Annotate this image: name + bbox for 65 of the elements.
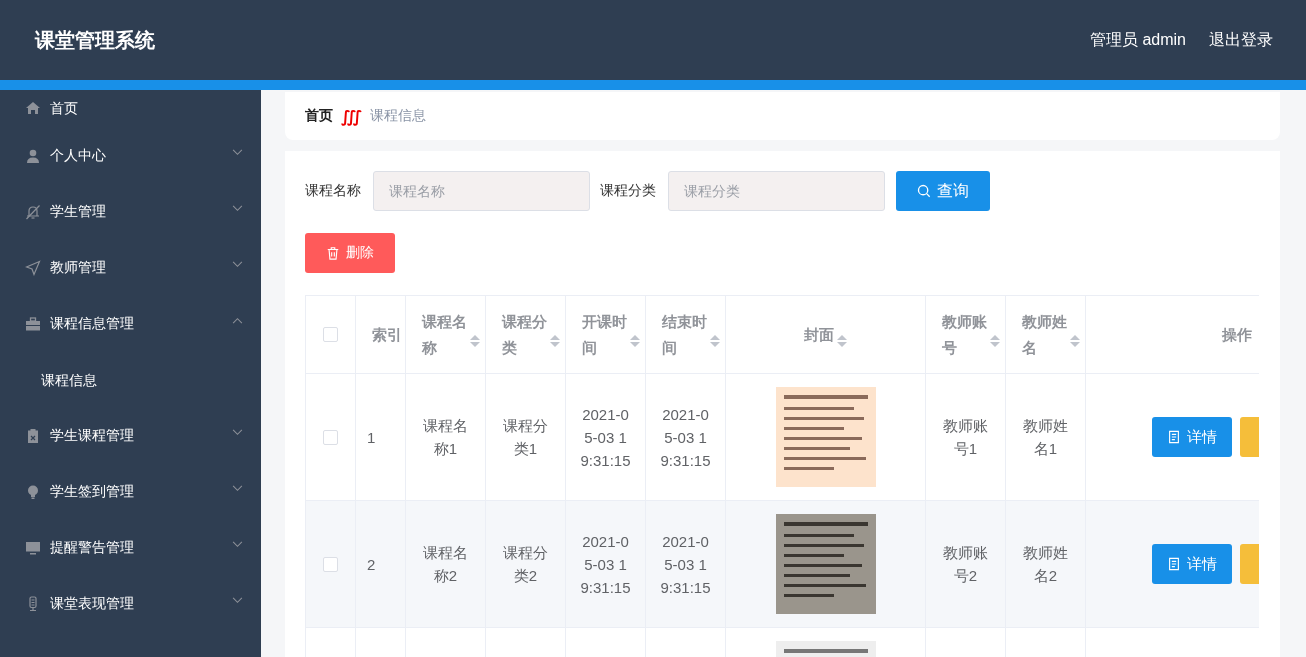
input-field[interactable]: 课程名称 <box>373 171 590 211</box>
user-label: 管理员 admin <box>1089 29 1186 50</box>
sort-icon[interactable] <box>1070 335 1080 347</box>
menu-item[interactable]: 学生课程管理 <box>0 408 261 464</box>
column-header: 教师姓名 <box>1022 311 1067 358</box>
column-header: 结束时间 <box>662 311 707 358</box>
table-cell-text: 1 <box>367 427 376 448</box>
breadcrumb-separator: ∭ <box>341 106 362 126</box>
sort-icon[interactable] <box>990 335 1000 347</box>
sort-icon[interactable] <box>550 335 560 347</box>
checkbox[interactable] <box>323 556 338 572</box>
table-cell-text: 课程分类2 <box>502 543 549 586</box>
send-icon <box>25 260 41 276</box>
briefcase-icon <box>25 316 41 332</box>
menu-item[interactable]: 个人中心 <box>0 128 261 184</box>
column-header: 教师账号 <box>942 311 987 358</box>
document-icon <box>1167 557 1181 571</box>
document-icon <box>1167 430 1181 444</box>
field-label: 课程名称 <box>305 182 361 200</box>
menu-item[interactable]: 教师管理 <box>0 240 261 296</box>
sort-icon[interactable] <box>837 335 847 347</box>
table-cell-text: 2021-05-03 19:31:15 <box>659 531 712 598</box>
table-cell-text: 教师姓名1 <box>1022 416 1069 459</box>
table-cell-text: 课程分类1 <box>502 416 549 459</box>
breadcrumb-current: 课程信息 <box>369 107 426 125</box>
checkbox[interactable] <box>323 429 338 445</box>
field-label: 课程分类 <box>600 182 656 200</box>
column-header: 课程分类 <box>502 311 547 358</box>
home-icon <box>25 100 41 116</box>
table-cell-text: 课程名称1 <box>422 416 469 459</box>
column-header: 开课时间 <box>582 311 627 358</box>
table-cell-text: 教师账号2 <box>942 543 989 586</box>
sort-icon[interactable] <box>470 335 480 347</box>
bell-off-icon <box>25 204 41 220</box>
column-header: 操作 <box>1222 324 1252 345</box>
clipboard-icon <box>25 428 41 444</box>
menu-item[interactable]: 首页 <box>0 90 261 128</box>
menu-item[interactable]: 学生签到管理 <box>0 464 261 520</box>
bulb-icon <box>25 484 41 500</box>
input-field[interactable]: 课程分类 <box>668 171 885 211</box>
table-cell-text: 2021-05-03 19:31:15 <box>659 404 712 471</box>
monitor-icon <box>25 540 41 556</box>
menu-item[interactable]: 课堂表现管理 <box>0 576 261 632</box>
table-cell-text: 2 <box>367 554 376 575</box>
search-icon <box>917 184 931 198</box>
column-header: 封面 <box>804 324 834 345</box>
table-cell-text: 2021-05-03 19:31:15 <box>579 404 632 471</box>
user-icon <box>25 148 41 164</box>
app-title: 课堂管理系统 <box>35 27 155 53</box>
trash-icon <box>326 246 340 260</box>
table-cell-text: 教师账号1 <box>942 416 989 459</box>
column-header: 课程名称 <box>422 311 467 358</box>
checkbox[interactable] <box>323 327 338 342</box>
breadcrumb-link[interactable]: 首页 <box>305 107 333 125</box>
column-header: 索引 <box>372 324 402 345</box>
table-cell-text: 2021-05-03 19:31:15 <box>579 531 632 598</box>
table-cell-text: 课程名称2 <box>422 543 469 586</box>
sort-icon[interactable] <box>710 335 720 347</box>
submenu-item[interactable]: 课程信息 <box>0 352 261 408</box>
table-cell-text: 教师姓名2 <box>1022 543 1069 586</box>
logout-link[interactable]: 退出登录 <box>1209 29 1273 51</box>
menu-item[interactable]: 课程信息管理 <box>0 296 261 352</box>
menu-item[interactable]: 学生管理 <box>0 184 261 240</box>
sort-icon[interactable] <box>630 335 640 347</box>
menu-item[interactable]: 提醒警告管理 <box>0 520 261 576</box>
